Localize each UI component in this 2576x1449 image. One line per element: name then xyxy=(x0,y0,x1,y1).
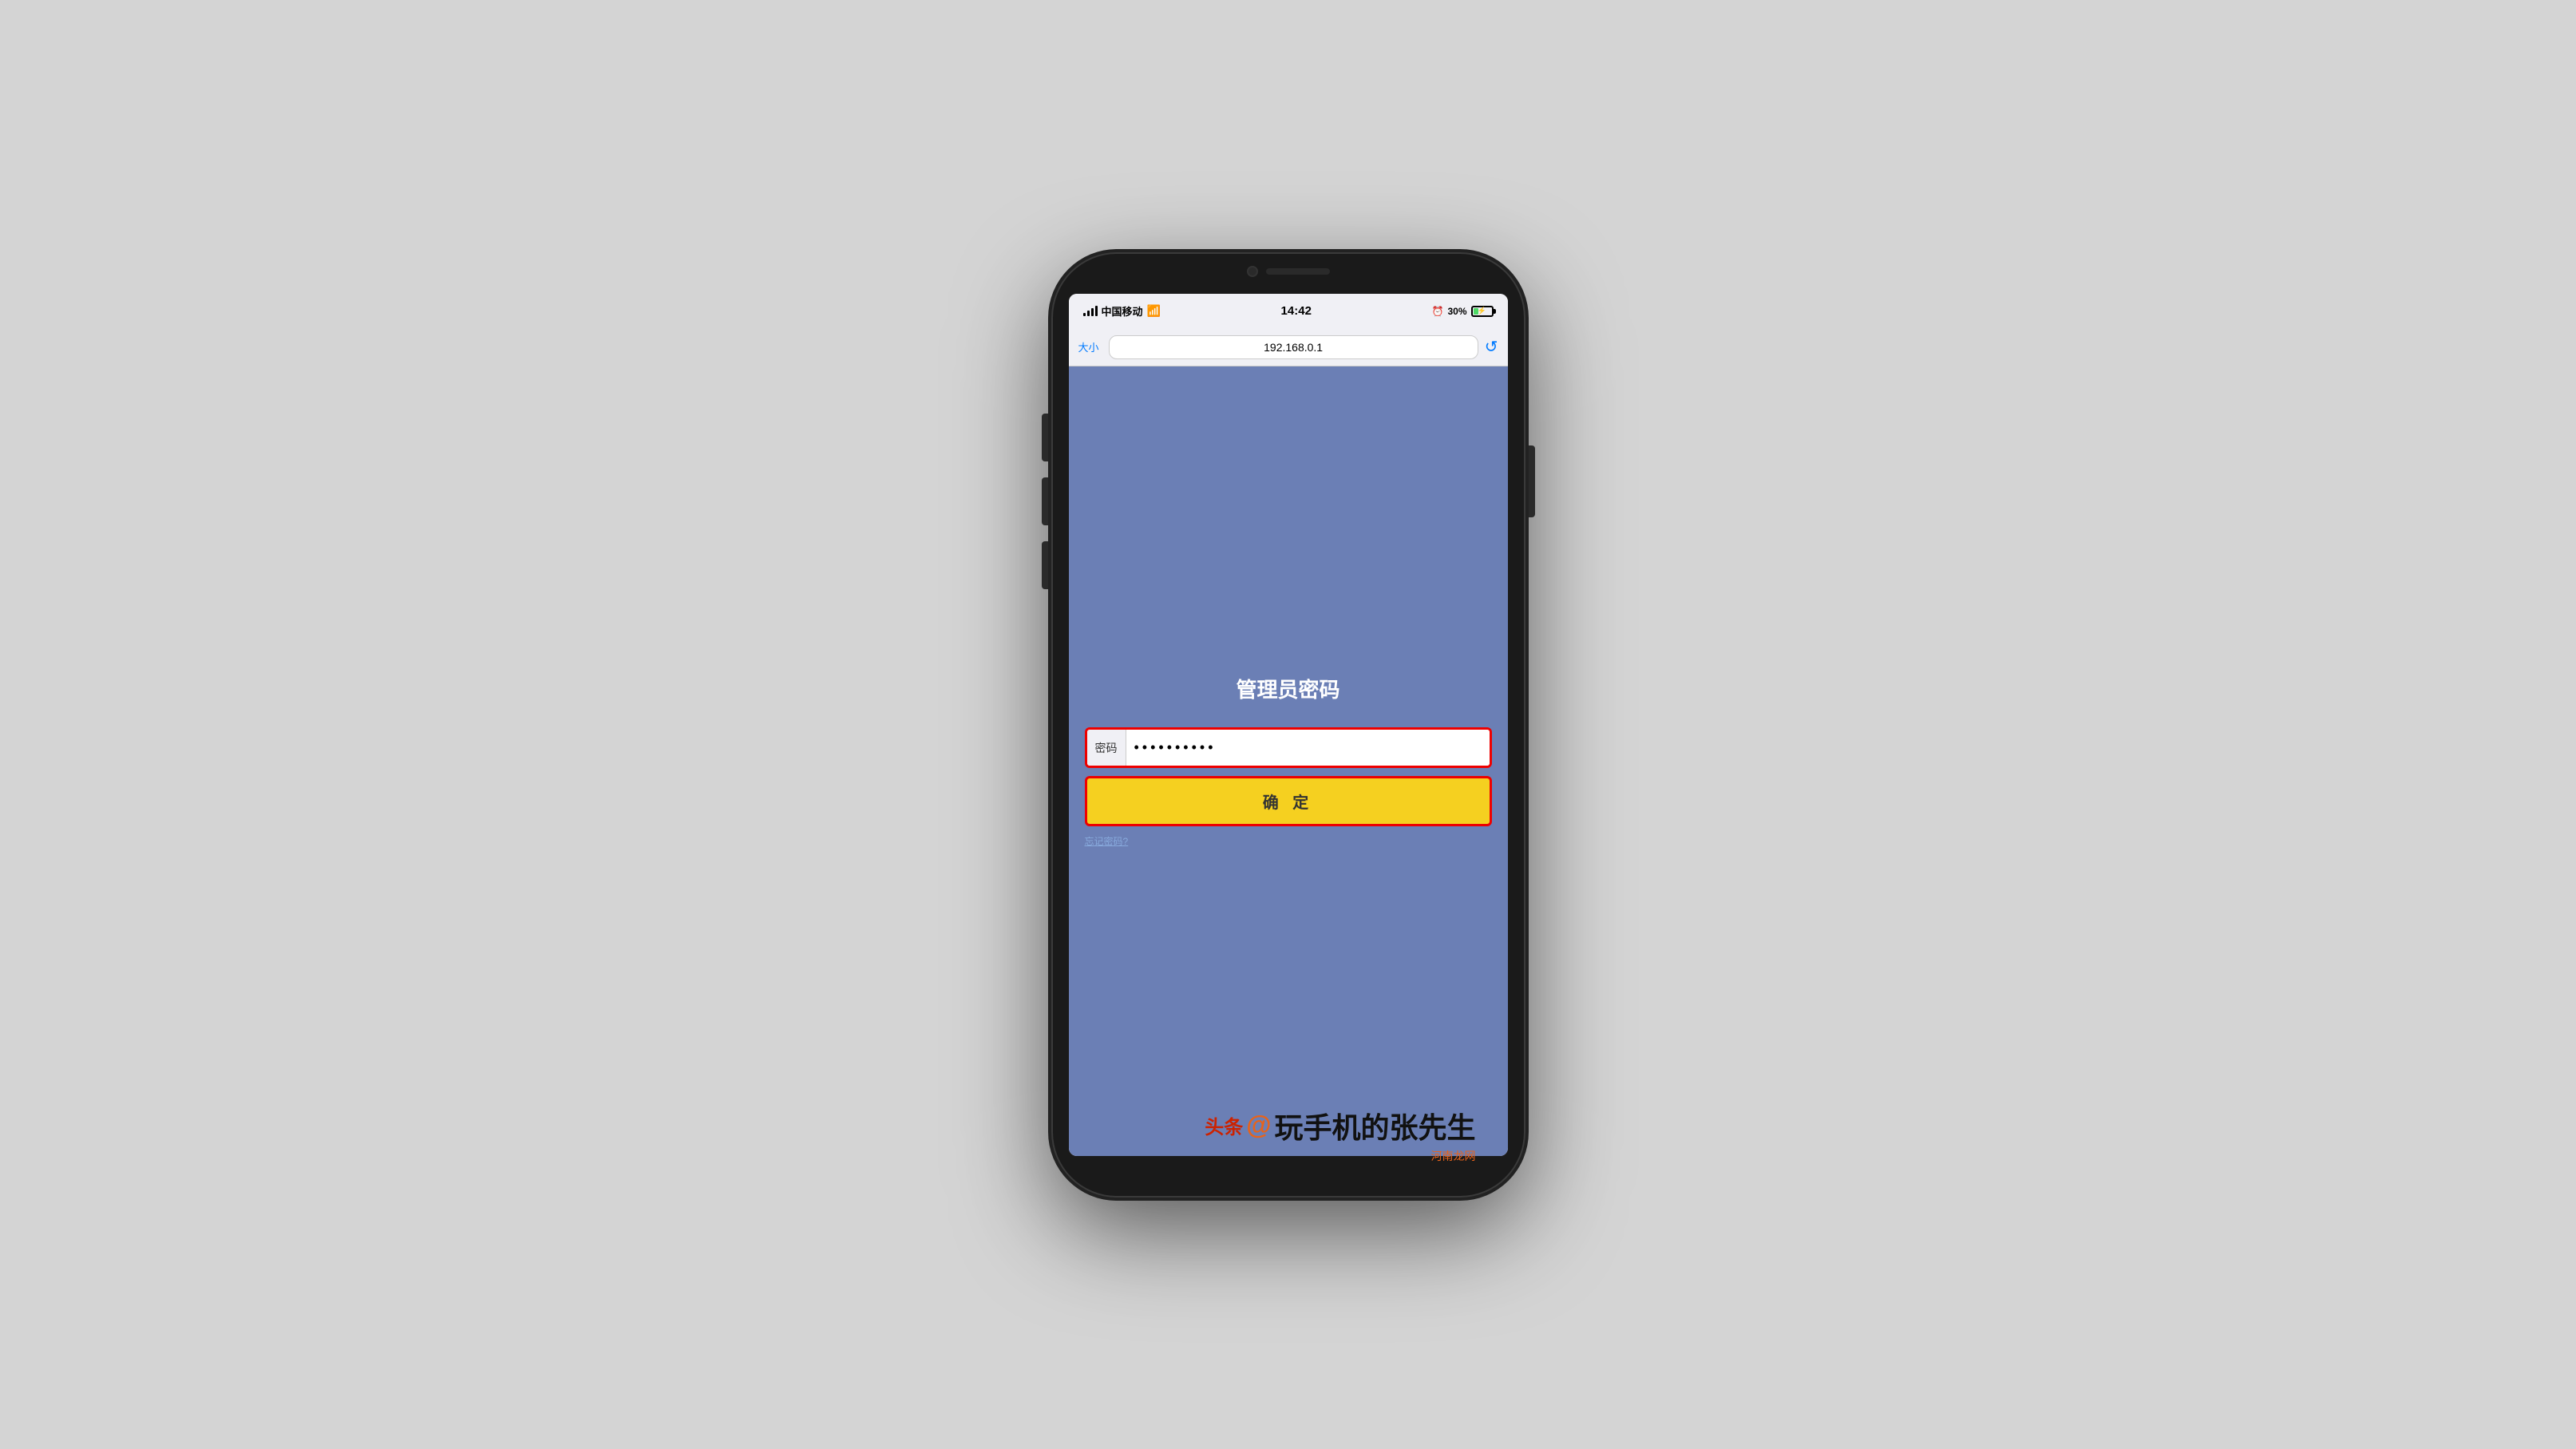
signal-bar-4 xyxy=(1095,306,1098,316)
password-label: 密码 xyxy=(1087,730,1126,766)
camera-bar xyxy=(1247,266,1330,277)
camera xyxy=(1247,266,1258,277)
signal-bar-3 xyxy=(1091,308,1094,316)
status-right: ⏰ 30% ⚡ xyxy=(1432,306,1494,317)
main-content: 管理员密码 1 密码 2 确 定 xyxy=(1069,366,1508,1156)
watermark-main: 头条 @ 玩手机的张先生 xyxy=(1205,1105,1475,1146)
confirm-button[interactable]: 确 定 xyxy=(1085,776,1492,826)
watermark-prefix: 头条 xyxy=(1205,1111,1243,1139)
battery-icon: ⚡ xyxy=(1471,306,1494,317)
carrier-label: 中国移动 xyxy=(1102,303,1143,319)
alarm-icon: ⏰ xyxy=(1432,306,1444,317)
battery-percent: 30% xyxy=(1447,306,1466,317)
watermark: 头条 @ 玩手机的张先生 河南龙网 xyxy=(1205,1105,1475,1164)
battery-container: ⚡ xyxy=(1471,306,1494,317)
password-input[interactable] xyxy=(1126,730,1490,766)
signal-bars xyxy=(1083,306,1098,316)
refresh-icon[interactable]: ↺ xyxy=(1485,337,1498,357)
confirm-btn-wrapper: 2 确 定 xyxy=(1085,776,1492,826)
battery-bolt-icon: ⚡ xyxy=(1478,307,1486,315)
phone: 中国移动 📶 14:42 ⏰ 30% ⚡ 大小 xyxy=(1053,254,1524,1196)
signal-bar-1 xyxy=(1083,313,1086,316)
status-left: 中国移动 📶 xyxy=(1083,303,1161,319)
wifi-icon: 📶 xyxy=(1147,304,1161,318)
address-bar: 大小 192.168.0.1 ↺ xyxy=(1069,329,1508,366)
url-text: 192.168.0.1 xyxy=(1264,341,1323,354)
watermark-handle: 玩手机的张先生 xyxy=(1274,1105,1475,1146)
page-title: 管理员密码 xyxy=(1236,674,1339,703)
signal-bar-2 xyxy=(1087,311,1090,316)
forgot-password-link[interactable]: 忘记密码? xyxy=(1085,834,1129,848)
password-field-box: 密码 xyxy=(1085,727,1492,768)
watermark-at: @ xyxy=(1246,1111,1271,1140)
password-field-wrapper: 1 密码 xyxy=(1085,727,1492,768)
speaker xyxy=(1266,268,1330,275)
time-display: 14:42 xyxy=(1281,304,1312,318)
size-label: 大小 xyxy=(1078,339,1102,354)
url-bar[interactable]: 192.168.0.1 xyxy=(1109,335,1478,359)
screen: 中国移动 📶 14:42 ⏰ 30% ⚡ 大小 xyxy=(1069,294,1508,1156)
scene: 中国移动 📶 14:42 ⏰ 30% ⚡ 大小 xyxy=(1053,254,1524,1196)
watermark-location: 河南龙网 xyxy=(1431,1148,1476,1164)
form-container: 1 密码 2 确 定 忘记密码? xyxy=(1085,727,1492,848)
status-bar: 中国移动 📶 14:42 ⏰ 30% ⚡ xyxy=(1069,294,1508,329)
